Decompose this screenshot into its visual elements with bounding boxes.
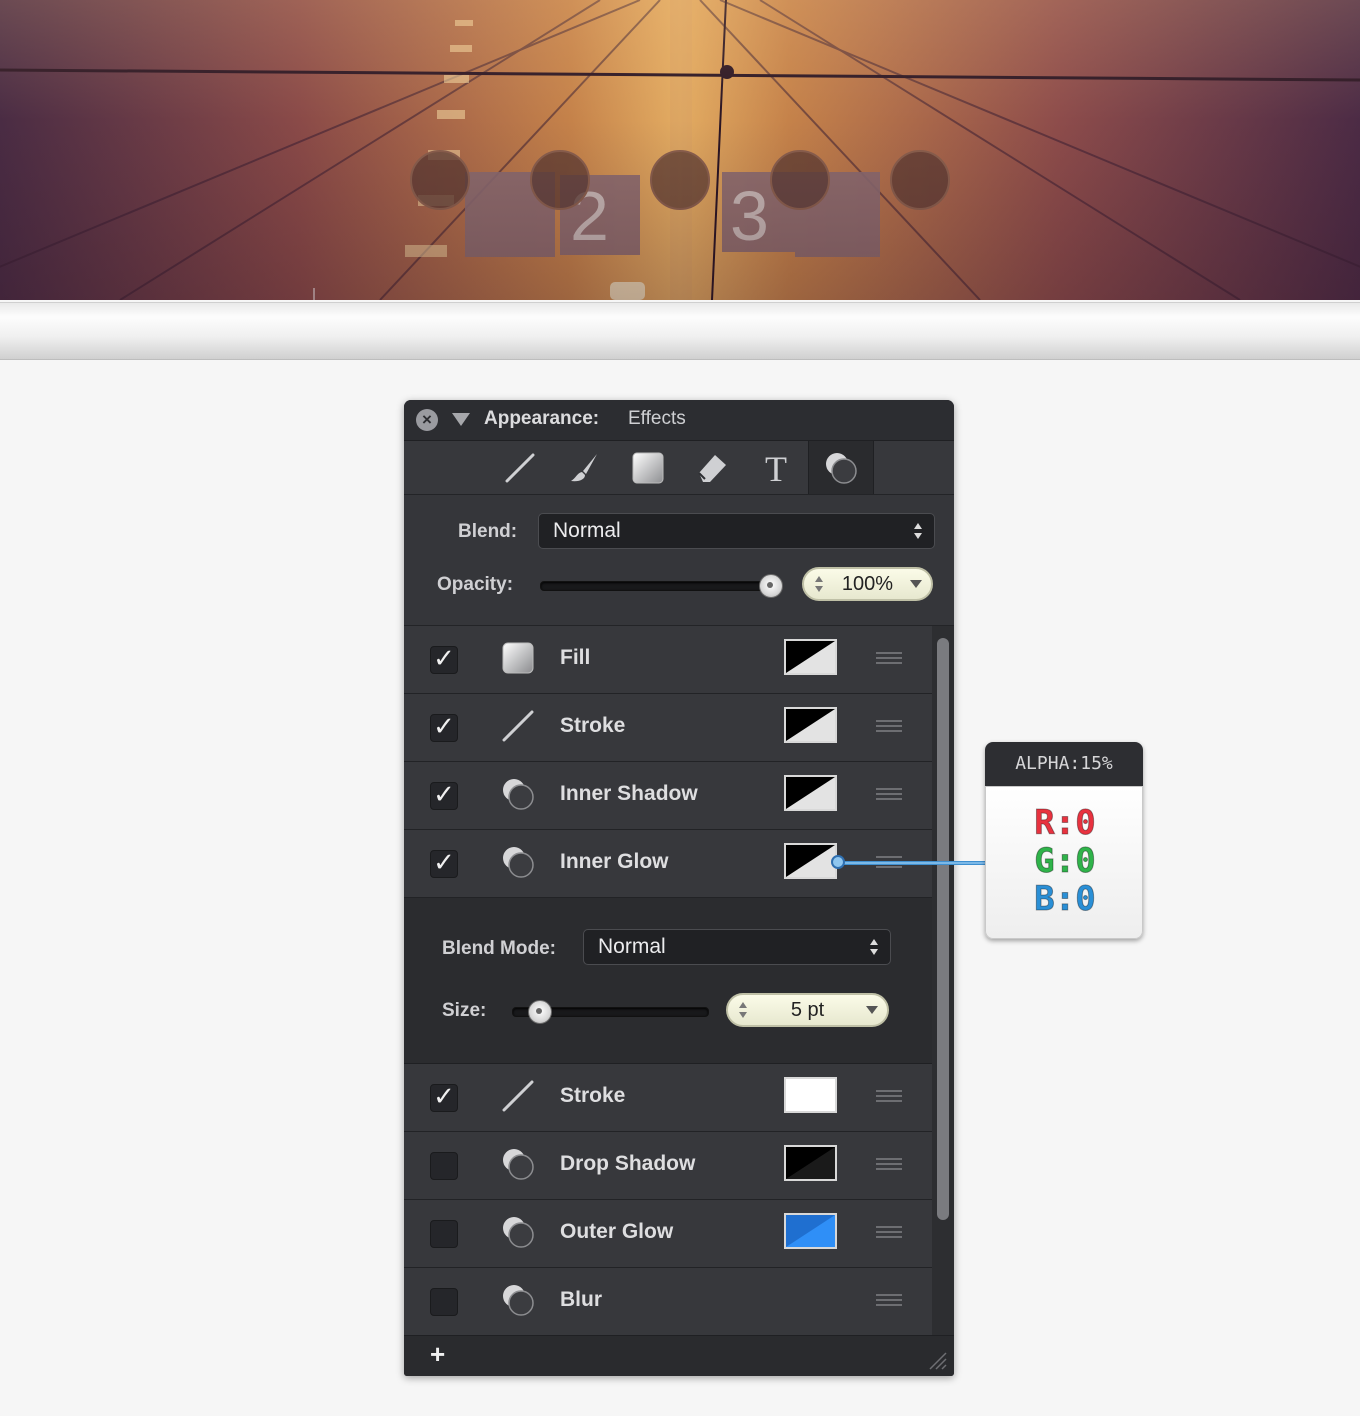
- panel-title: Appearance:: [484, 408, 600, 429]
- checkbox-checked[interactable]: ✓: [430, 849, 458, 878]
- effect-label: Inner Glow: [560, 850, 669, 873]
- effect-row[interactable]: Outer Glow: [404, 1200, 932, 1268]
- opacity-label: Opacity:: [437, 574, 514, 595]
- effect-row[interactable]: ✓ Inner Shadow: [404, 762, 932, 830]
- opacity-stepper[interactable]: 100%: [802, 567, 933, 601]
- color-tooltip-connector: [842, 861, 986, 865]
- effect-label: Stroke: [560, 714, 626, 737]
- effect-icon: [500, 1146, 536, 1182]
- inner-glow-settings: Blend Mode: Normal Size: 5 pt: [404, 898, 932, 1064]
- blend-mode-value: Normal: [598, 935, 666, 958]
- connector-dot: [831, 855, 845, 869]
- updown-arrows-icon: [914, 523, 922, 539]
- eraser-tool-icon[interactable]: [680, 441, 744, 494]
- resize-grip-icon[interactable]: [926, 1349, 948, 1371]
- effect-label: Blur: [560, 1288, 602, 1311]
- blend-mode-select[interactable]: Normal: [583, 929, 891, 965]
- header-photo-banner: 2 3: [0, 0, 1360, 300]
- stroke-icon: [500, 708, 536, 744]
- checkbox-unchecked[interactable]: [430, 1220, 458, 1248]
- checkbox-checked[interactable]: ✓: [430, 781, 458, 810]
- drag-handle-icon[interactable]: [876, 788, 902, 802]
- panel-titlebar[interactable]: × Appearance: Effects: [404, 400, 954, 441]
- blue-value: B:0: [1034, 879, 1096, 919]
- tool-tabs: T: [404, 441, 954, 495]
- opacity-slider-knob[interactable]: [759, 574, 783, 598]
- appearance-panel: × Appearance: Effects T Blend: Normal Op…: [404, 400, 954, 1376]
- disclosure-triangle-icon[interactable]: [452, 413, 470, 426]
- panel-subtitle: Effects: [628, 408, 686, 429]
- effect-row[interactable]: ✓ Stroke: [404, 694, 932, 762]
- close-icon[interactable]: ×: [416, 409, 438, 431]
- stroke-icon: [500, 1078, 536, 1114]
- color-tooltip: ALPHA:15% R:0 G:0 B:0: [985, 742, 1143, 939]
- effect-icon: [500, 1282, 536, 1318]
- effect-row[interactable]: Blur: [404, 1268, 932, 1336]
- scrollbar-thumb[interactable]: [937, 638, 949, 1220]
- panel-footer: +: [404, 1335, 954, 1376]
- effect-row[interactable]: ✓ Fill: [404, 626, 932, 694]
- svg-text:T: T: [765, 451, 787, 485]
- dropdown-arrow-icon[interactable]: [910, 580, 922, 588]
- blend-mode-label: Blend Mode:: [442, 938, 556, 959]
- fill-tool-icon[interactable]: [616, 441, 680, 494]
- drag-handle-icon[interactable]: [876, 1226, 902, 1240]
- opacity-slider[interactable]: [540, 581, 782, 591]
- effect-icon: [500, 844, 536, 880]
- color-swatch[interactable]: [784, 639, 837, 675]
- color-swatch[interactable]: [784, 707, 837, 743]
- blend-label: Blend:: [458, 521, 518, 542]
- color-swatch[interactable]: [784, 1213, 837, 1249]
- updown-arrows-icon: [870, 939, 878, 955]
- stroke-tool-icon[interactable]: [488, 441, 552, 494]
- effect-icon: [500, 776, 536, 812]
- effect-label: Stroke: [560, 1084, 626, 1107]
- effect-row[interactable]: ✓ Stroke: [404, 1064, 932, 1132]
- dropdown-arrow-icon[interactable]: [866, 1006, 878, 1014]
- checkbox-unchecked[interactable]: [430, 1288, 458, 1316]
- stepper-arrows-icon[interactable]: [738, 999, 748, 1021]
- drag-handle-icon[interactable]: [876, 720, 902, 734]
- red-value: R:0: [1034, 803, 1096, 843]
- drag-handle-icon[interactable]: [876, 1090, 902, 1104]
- layer-blend-section: Blend: Normal Opacity: 100%: [404, 495, 954, 626]
- size-value: 5 pt: [790, 999, 825, 1021]
- drag-handle-icon[interactable]: [876, 1294, 902, 1308]
- toolbar-strip: [0, 302, 1360, 360]
- color-swatch[interactable]: [784, 775, 837, 811]
- alpha-readout: ALPHA:15%: [985, 742, 1143, 786]
- color-swatch[interactable]: [784, 1077, 837, 1113]
- effect-label: Outer Glow: [560, 1220, 674, 1243]
- checkbox-unchecked[interactable]: [430, 1152, 458, 1180]
- size-label: Size:: [442, 1000, 487, 1021]
- color-swatch[interactable]: [784, 843, 837, 879]
- effect-row[interactable]: Drop Shadow: [404, 1132, 932, 1200]
- checkbox-checked[interactable]: ✓: [430, 713, 458, 742]
- checkbox-checked[interactable]: ✓: [430, 645, 458, 674]
- blend-value: Normal: [553, 519, 621, 542]
- color-swatch[interactable]: [784, 1145, 837, 1181]
- effect-icon: [500, 1214, 536, 1250]
- rgb-readout: R:0 G:0 B:0: [985, 786, 1143, 939]
- effect-label: Drop Shadow: [560, 1152, 696, 1175]
- size-slider-knob[interactable]: [528, 1000, 553, 1024]
- effects-tool-icon[interactable]: [808, 441, 874, 494]
- green-value: G:0: [1034, 841, 1096, 881]
- brush-tool-icon[interactable]: [552, 441, 616, 494]
- stepper-arrows-icon[interactable]: [814, 573, 824, 595]
- drag-handle-icon[interactable]: [876, 652, 902, 666]
- effect-label: Inner Shadow: [560, 782, 698, 805]
- text-tool-icon[interactable]: T: [744, 441, 808, 494]
- blend-select[interactable]: Normal: [538, 513, 935, 549]
- effect-label: Fill: [560, 646, 591, 669]
- checkbox-checked[interactable]: ✓: [430, 1083, 458, 1112]
- drag-handle-icon[interactable]: [876, 1158, 902, 1172]
- size-stepper[interactable]: 5 pt: [726, 993, 889, 1027]
- opacity-value: 100%: [841, 573, 894, 595]
- fill-icon: [500, 640, 536, 676]
- add-effect-button[interactable]: +: [430, 1339, 445, 1370]
